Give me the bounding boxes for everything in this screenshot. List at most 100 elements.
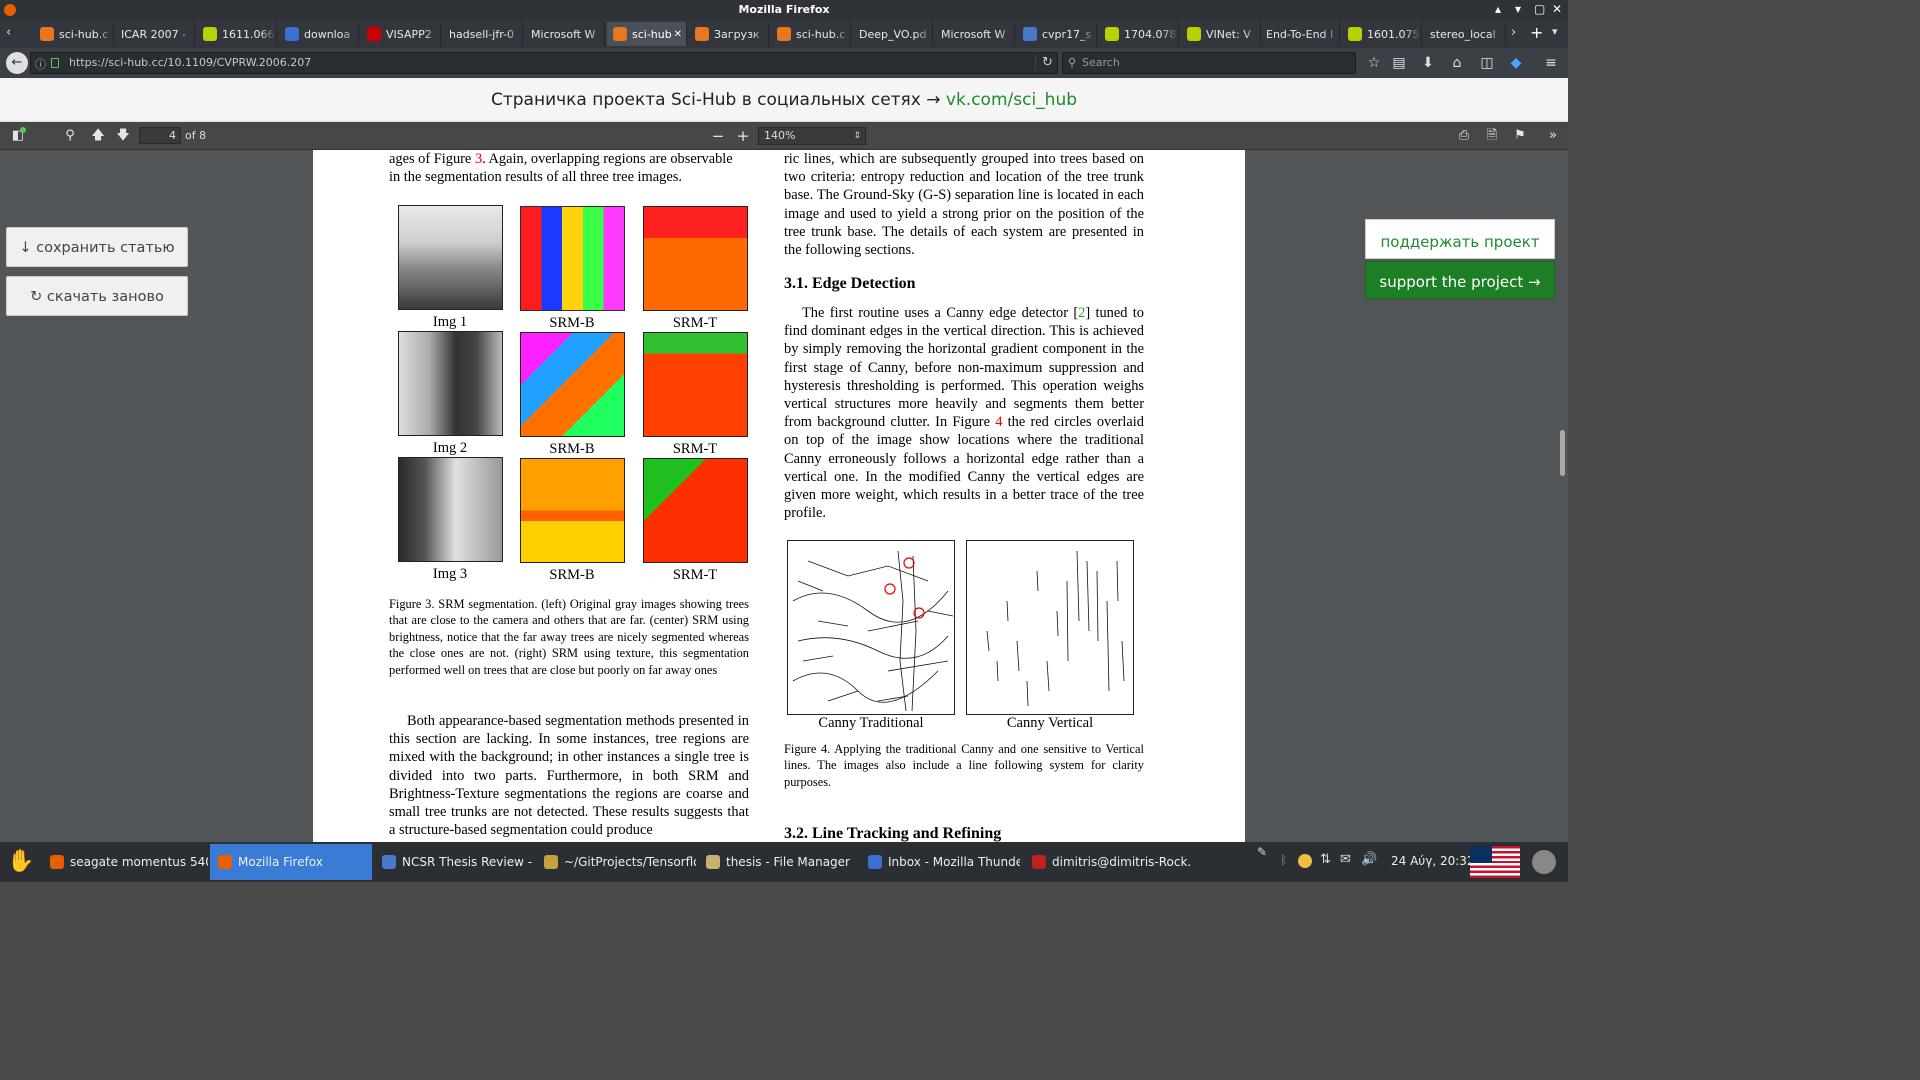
tab-6[interactable]: hadsell-jfr-0 (443, 22, 523, 46)
tab-label: ICAR 2007 - (121, 27, 187, 41)
tab-1[interactable]: sci-hub.c (34, 22, 114, 46)
tab-9[interactable]: Загрузк (689, 22, 769, 46)
taskbar-item-6[interactable]: Inbox - Mozilla Thunder... (860, 844, 1020, 880)
left-column-paragraph: Both appearance-based segmentation metho… (389, 713, 749, 839)
find-icon[interactable]: ⚲ (61, 127, 79, 145)
back-button-icon[interactable]: ← (6, 52, 28, 74)
bookmark-page-icon[interactable]: ⚑ (1511, 127, 1529, 145)
tab-10[interactable]: sci-hub.c (771, 22, 851, 46)
save-pdf-icon[interactable]: 🗎 (1483, 127, 1501, 145)
new-tab-icon[interactable]: + (1530, 23, 1543, 42)
clock[interactable]: 24 Αύγ, 20:32 (1391, 854, 1475, 868)
url-bar[interactable]: ⓘ https://sci-hub.cc/10.1109/CVPRW.2006.… (30, 52, 1058, 74)
previous-page-icon[interactable]: 🡅 (89, 127, 107, 145)
section-3-2-heading: 3.2. Line Tracking and Refining (784, 825, 1002, 842)
intro-line-1: ages of Figure 3. Again, overlapping reg… (389, 150, 749, 168)
left-column-intro: ages of Figure 3. Again, overlapping reg… (389, 150, 749, 186)
next-page-icon[interactable]: 🡇 (114, 127, 132, 145)
reload-icon[interactable]: ↻ (1035, 55, 1053, 70)
tab-label: hadsell-jfr-0 (449, 27, 514, 41)
tab-17[interactable]: 1601.075 (1342, 22, 1422, 46)
bluetooth-tray-icon[interactable]: ᛒ (1280, 853, 1287, 867)
tab-fade (998, 22, 1014, 46)
tab-scroll-left-icon[interactable]: ‹ (6, 25, 11, 40)
network-tray-icon[interactable]: ⇅ (1320, 852, 1331, 867)
tab-fade (424, 22, 440, 46)
tree-image-3 (398, 457, 503, 562)
user-avatar-icon[interactable] (1532, 850, 1556, 874)
site-info-icon[interactable]: ⓘ (35, 56, 46, 72)
tab-label: stereo_local (1430, 27, 1496, 41)
tab-3[interactable]: 1611.066 (197, 22, 277, 46)
tools-icon[interactable]: » (1544, 127, 1562, 145)
weather-tray-icon[interactable] (1298, 854, 1312, 868)
scihub-icon (40, 27, 54, 41)
tab-14[interactable]: 1704.078 (1099, 22, 1179, 46)
taskbar-item-label: thesis - File Manager (726, 855, 850, 869)
tab-16[interactable]: End-To-End I (1260, 22, 1340, 46)
taskbar-item-3[interactable]: NCSR Thesis Review - ... (374, 844, 534, 880)
home-icon[interactable]: ⌂ (1448, 54, 1466, 72)
srm-b-segmentation-3 (520, 458, 625, 563)
mail-tray-icon[interactable]: ✉ (1340, 852, 1351, 867)
search-input[interactable]: ⚲ Search (1062, 52, 1356, 74)
zoom-select[interactable]: 140% ⇕ (758, 127, 866, 145)
save-article-button[interactable]: ↓ сохранить статью (6, 227, 188, 267)
minimize-window-icon[interactable]: ▴ (1495, 2, 1501, 16)
tab-list-icon[interactable]: ▾ (1552, 25, 1558, 38)
extension-icon[interactable]: ◆ (1507, 54, 1525, 72)
canny-vertical-image (966, 540, 1134, 715)
vk-link[interactable]: vk.com/sci_hub (946, 90, 1077, 110)
pocket-icon[interactable]: ◫ (1478, 54, 1496, 72)
notes-tray-icon[interactable]: ✎ (1257, 845, 1267, 859)
page-number-input[interactable]: 4 (139, 127, 181, 144)
tab-5[interactable]: VISAPP2 (361, 22, 441, 46)
volume-tray-icon[interactable]: 🔊 (1361, 852, 1377, 867)
url-text[interactable]: https://sci-hub.cc/10.1109/CVPRW.2006.20… (69, 56, 311, 69)
tab-11[interactable]: Deep_VO.pd (853, 22, 933, 46)
section-3-1-heading: 3.1. Edge Detection (784, 275, 916, 292)
taskbar-item-label: ~/GitProjects/Tensorflo... (564, 855, 696, 869)
downloads-icon[interactable]: ⬇ (1419, 54, 1437, 72)
tab-12[interactable]: Microsoft W (935, 22, 1015, 46)
tab-18[interactable]: stereo_local (1424, 22, 1506, 46)
taskbar-item-4[interactable]: ~/GitProjects/Tensorflo... (536, 844, 696, 880)
zoom-out-icon[interactable]: − (709, 127, 727, 145)
close-tab-icon[interactable]: ✕ (674, 29, 682, 40)
lock-icon (51, 58, 59, 68)
maximize-window-icon[interactable]: ▢ (1534, 2, 1545, 16)
library-icon[interactable]: ▤ (1390, 54, 1408, 72)
tab-8[interactable]: sci-hub ✕ (607, 22, 687, 46)
taskbar-item-1[interactable]: seagate momentus 540... (42, 844, 208, 880)
tab-7[interactable]: Microsoft W (525, 22, 605, 46)
figure-3-caption: Figure 3. SRM segmentation. (left) Origi… (389, 597, 749, 677)
vertical-scrollbar[interactable] (1558, 150, 1568, 842)
label-img-2: Img 2 (432, 440, 468, 456)
restore-window-icon[interactable]: ▾ (1515, 2, 1521, 16)
taskbar-item-7[interactable]: dimitris@dimitris-Rock... (1024, 844, 1190, 880)
tab-4[interactable]: downloa (279, 22, 359, 46)
doc-icon (367, 27, 381, 41)
label-srm-t-3: SRM-T (672, 567, 718, 583)
tab-2[interactable]: ICAR 2007 - (115, 22, 195, 46)
taskbar-item-5[interactable]: thesis - File Manager (698, 844, 858, 880)
tab-13[interactable]: cvpr17_s (1017, 22, 1097, 46)
start-menu-icon[interactable]: ✋ (6, 848, 36, 876)
tab-scroll-right-icon[interactable]: › (1511, 25, 1516, 40)
zoom-in-icon[interactable]: + (734, 127, 752, 145)
taskbar-item-label: seagate momentus 540... (70, 855, 208, 869)
srm-t-segmentation-3 (643, 458, 748, 563)
support-project-ru-button[interactable]: поддержать проект (1365, 219, 1555, 259)
support-project-en-button[interactable]: support the project → (1365, 261, 1555, 299)
print-icon[interactable]: ⎙ (1455, 127, 1473, 145)
taskbar-item-2[interactable]: Mozilla Firefox (210, 844, 372, 880)
close-window-icon[interactable]: ✕ (1552, 2, 1562, 16)
figure-4-caption: Figure 4. Applying the traditional Canny… (784, 742, 1144, 789)
redownload-button[interactable]: ↻ скачать заново (6, 276, 188, 316)
bookmark-star-icon[interactable]: ☆ (1365, 54, 1383, 72)
tab-15[interactable]: VINet: V (1181, 22, 1261, 46)
tab-fade (1080, 22, 1096, 46)
menu-icon[interactable]: ≡ (1542, 54, 1560, 72)
taskbar-app-icon (868, 855, 882, 869)
scrollbar-thumb[interactable] (1560, 430, 1565, 476)
